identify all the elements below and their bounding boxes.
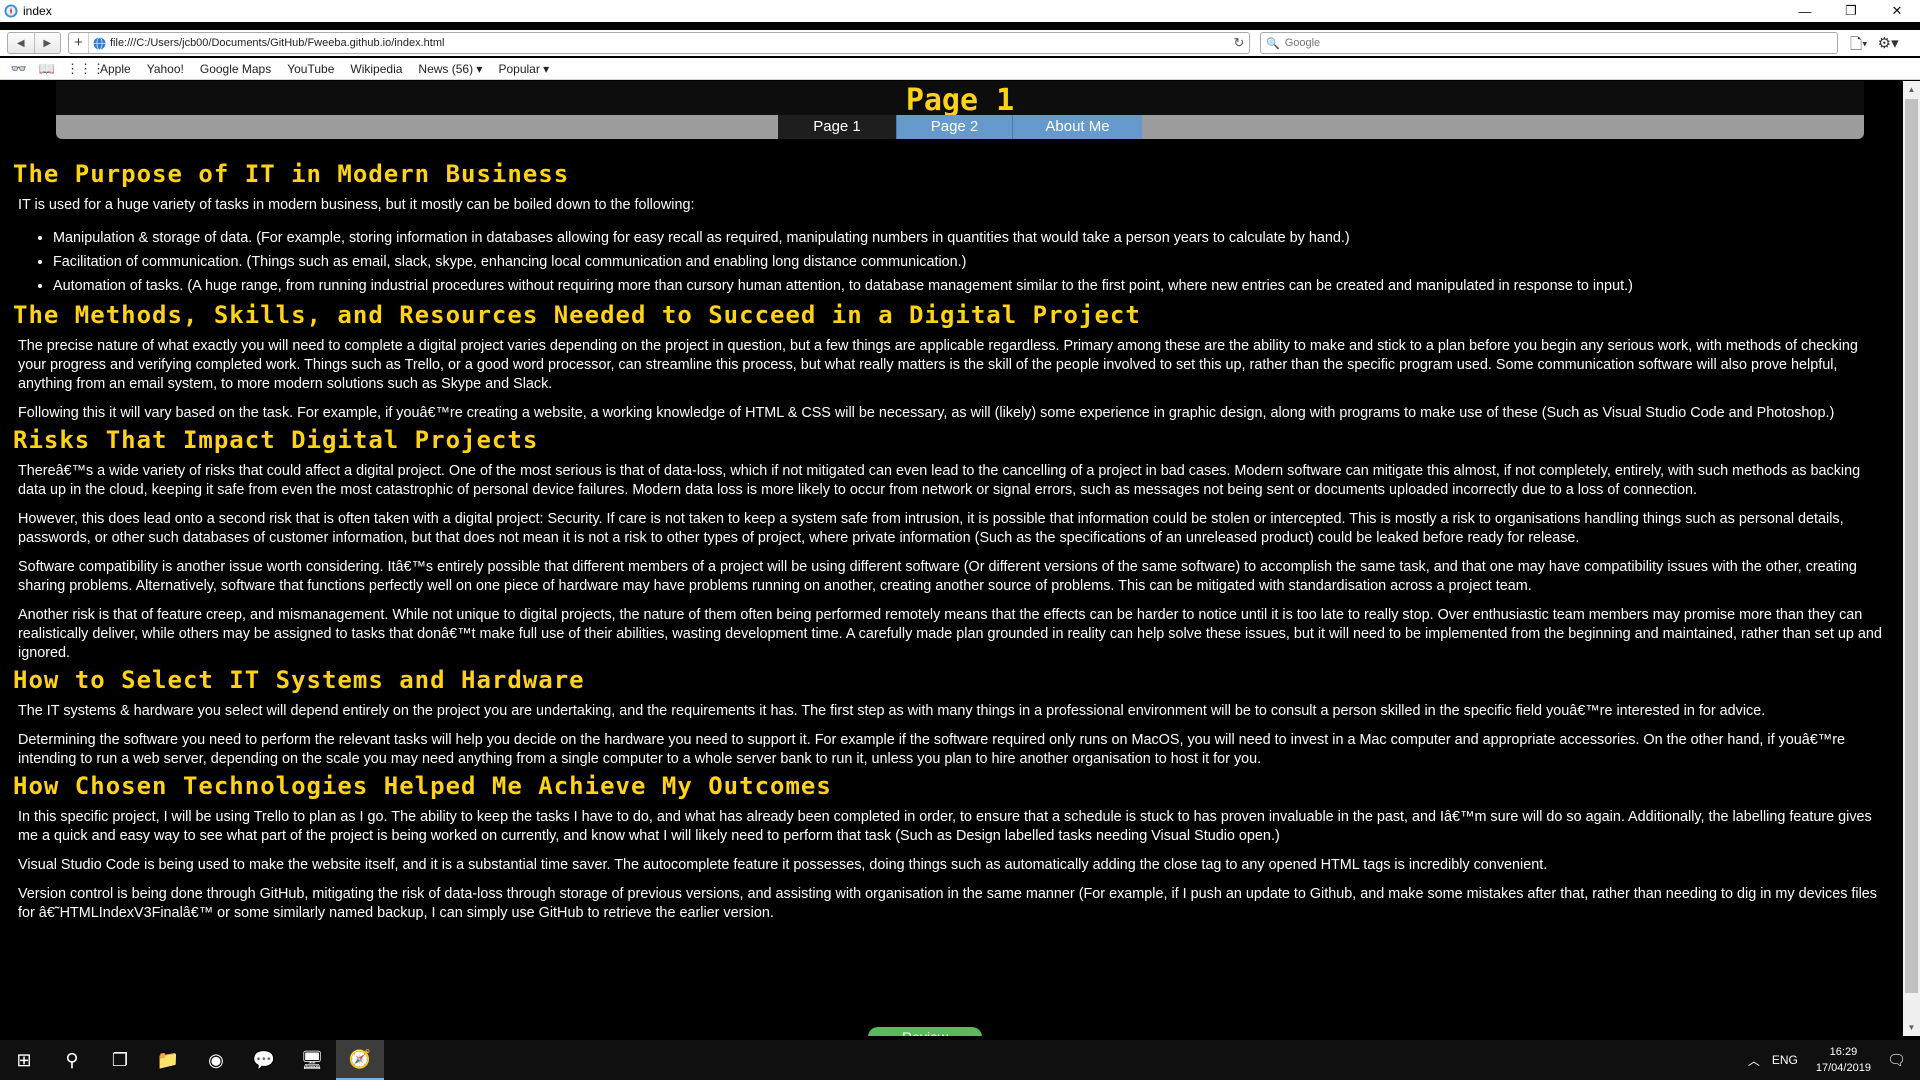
reading-list-icon[interactable]: 👓 <box>10 61 28 77</box>
windows-taskbar: ⊞ ⚲ ❐ 📁 ◉ 💬 🖥 🧭 ︿ ENG 16:29 17/04/2019 🗨 <box>0 1040 1920 1080</box>
settings-gear-icon[interactable]: ⚙▾ <box>1878 34 1899 59</box>
discord-icon[interactable]: 💬 <box>240 1040 288 1080</box>
bookmarks-bar: 👓 📖 ⋮⋮⋮ Apple Yahoo! Google Maps YouTube… <box>0 58 1920 80</box>
forward-button[interactable]: ▶ <box>35 33 61 53</box>
paragraph: The precise nature of what exactly you w… <box>18 338 1858 392</box>
section-heading: The Methods, Skills, and Resources Neede… <box>13 301 1141 329</box>
scroll-down-icon[interactable]: ▼ <box>1903 1019 1920 1036</box>
page-globe-icon <box>93 36 106 50</box>
bookmark-popular-folder[interactable]: Popular ▾ <box>498 62 549 76</box>
safari-compass-icon <box>4 4 18 18</box>
purpose-list: Manipulation & storage of data. (For exa… <box>53 229 1888 296</box>
paragraph: Version control is being done through Gi… <box>18 886 1877 921</box>
review-button[interactable]: Review <box>868 1027 982 1036</box>
url-text[interactable]: file:///C:/Users/jcb00/Documents/GitHub/… <box>110 37 1229 49</box>
file-explorer-icon[interactable]: 📁 <box>144 1040 192 1080</box>
bookmarks-book-icon[interactable]: 📖 <box>38 61 56 77</box>
list-item: Manipulation & storage of data. (For exa… <box>53 229 1888 248</box>
paragraph: The IT systems & hardware you select wil… <box>18 703 1766 719</box>
nav-buttons: ◀ ▶ <box>7 32 61 54</box>
section-heading: How Chosen Technologies Helped Me Achiev… <box>13 772 832 800</box>
section-methods-skills-resources: The Methods, Skills, and Resources Neede… <box>13 302 1888 423</box>
window-titlebar: index — ❐ ✕ <box>0 0 1920 22</box>
section-intro: IT is used for a huge variety of tasks i… <box>18 197 695 213</box>
reload-icon[interactable]: ↻ <box>1229 35 1249 51</box>
tab-page-2[interactable]: Page 2 <box>896 115 1012 139</box>
list-item: Facilitation of communication. (Things s… <box>53 253 1888 272</box>
scroll-thumb[interactable] <box>1905 99 1918 993</box>
paragraph: Thereâ€™s a wide variety of risks that c… <box>18 463 1861 498</box>
clock[interactable]: 16:29 17/04/2019 <box>1816 1044 1871 1076</box>
bookmark-news-folder[interactable]: News (56) ▾ <box>418 62 482 76</box>
minimize-button[interactable]: — <box>1782 0 1828 22</box>
paragraph: However, this does lead onto a second ri… <box>18 511 1844 546</box>
chrome-icon[interactable]: ◉ <box>192 1040 240 1080</box>
task-view-icon[interactable]: ❐ <box>96 1040 144 1080</box>
bookmark-youtube[interactable]: YouTube <box>287 62 334 76</box>
search-field[interactable]: 🔍 <box>1260 32 1838 54</box>
main-content: The Purpose of IT in Modern Business IT … <box>13 161 1888 933</box>
address-bar[interactable]: + file:///C:/Users/jcb00/Documents/GitHu… <box>68 32 1250 54</box>
scroll-up-icon[interactable]: ▲ <box>1903 81 1920 98</box>
clock-date: 17/04/2019 <box>1815 1062 1871 1074</box>
section-heading: How to Select IT Systems and Hardware <box>13 666 585 694</box>
bookmark-wikipedia[interactable]: Wikipedia <box>350 62 402 76</box>
window-controls: — ❐ ✕ <box>1782 0 1920 22</box>
search-icon: 🔍 <box>1266 37 1280 50</box>
section-risks: Risks That Impact Digital Projects There… <box>13 427 1888 663</box>
section-select-it-systems: How to Select IT Systems and Hardware Th… <box>13 667 1888 769</box>
bookmark-yahoo[interactable]: Yahoo! <box>147 62 184 76</box>
paragraph: Determining the software you need to per… <box>18 732 1845 767</box>
bookmark-google-maps[interactable]: Google Maps <box>200 62 271 76</box>
section-heading: The Purpose of IT in Modern Business <box>13 160 570 188</box>
back-button[interactable]: ◀ <box>8 33 35 53</box>
remote-desktop-icon[interactable]: 🖥 <box>288 1040 336 1080</box>
top-sites-grid-icon[interactable]: ⋮⋮⋮ <box>66 61 105 77</box>
section-purpose-of-it: The Purpose of IT in Modern Business IT … <box>13 161 1888 296</box>
paragraph: Another risk is that of feature creep, a… <box>18 607 1882 661</box>
window-title: index <box>23 4 52 18</box>
search-input[interactable] <box>1284 37 1805 49</box>
paragraph: Following this it will vary based on the… <box>18 405 1835 421</box>
browser-toolbar: ◀ ▶ + file:///C:/Users/jcb00/Documents/G… <box>0 30 1920 56</box>
tray-overflow-icon[interactable]: ︿ <box>1748 1052 1760 1069</box>
paragraph: Visual Studio Code is being used to make… <box>18 857 1548 873</box>
page-title: Page 1 <box>905 83 1015 118</box>
new-tab-button[interactable]: + <box>69 33 89 53</box>
language-indicator[interactable]: ENG <box>1772 1053 1798 1067</box>
site-nav: Page 1 Page 2 About Me <box>56 115 1864 139</box>
bookmark-apple[interactable]: Apple <box>100 62 131 76</box>
maximize-button[interactable]: ❐ <box>1828 0 1874 22</box>
list-item: Automation of tasks. (A huge range, from… <box>53 277 1888 296</box>
section-heading: Risks That Impact Digital Projects <box>13 426 539 454</box>
paragraph: In this specific project, I will be usin… <box>18 809 1872 844</box>
start-windows-icon[interactable]: ⊞ <box>0 1040 48 1080</box>
toolbar-right-buttons: 🗋▾ ⚙▾ <box>1850 34 1899 59</box>
clock-time: 16:29 <box>1829 1046 1858 1058</box>
page-menu-icon[interactable]: 🗋▾ <box>1850 34 1868 59</box>
paragraph: Software compatibility is another issue … <box>18 559 1857 594</box>
section-chosen-technologies: How Chosen Technologies Helped Me Achiev… <box>13 773 1888 923</box>
system-tray: ︿ ENG 16:29 17/04/2019 🗨 <box>1748 1040 1920 1080</box>
notifications-icon[interactable]: 🗨 <box>1887 1051 1906 1069</box>
tab-page-1[interactable]: Page 1 <box>778 115 896 139</box>
page-viewport: Page 1 Page 1 Page 2 About Me The Purpos… <box>0 81 1903 1036</box>
page-scrollbar[interactable]: ▲ ▼ <box>1903 81 1920 1036</box>
close-button[interactable]: ✕ <box>1874 0 1920 22</box>
safari-icon[interactable]: 🧭 <box>336 1040 384 1080</box>
search-icon[interactable]: ⚲ <box>48 1040 96 1080</box>
tab-about-me[interactable]: About Me <box>1012 115 1142 139</box>
